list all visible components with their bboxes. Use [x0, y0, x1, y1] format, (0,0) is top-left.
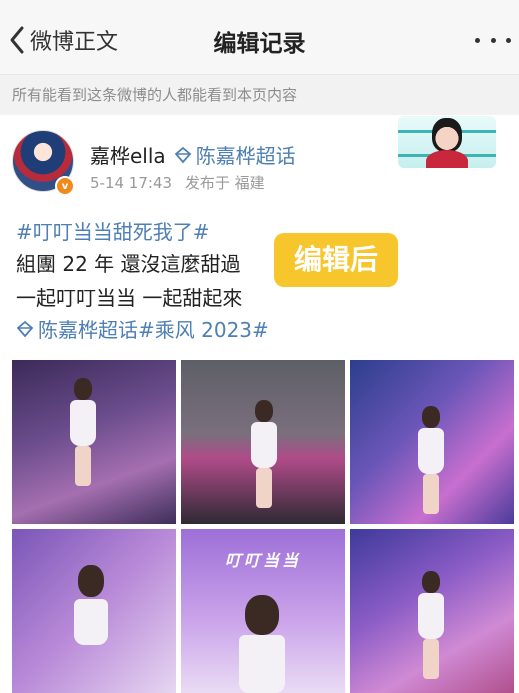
more-dots-icon[interactable]	[475, 30, 511, 50]
photo-3[interactable]	[350, 360, 514, 524]
post-time: 5-14 17:43	[90, 174, 173, 192]
topic-diamond-icon	[174, 146, 191, 163]
top-nav-bar: 微博正文 编辑记录	[0, 0, 519, 75]
edit-after-tag: 编辑后	[274, 233, 398, 287]
post-meta: 5-14 17:43 发布于 福建	[90, 172, 273, 193]
poster-title: 叮叮当当	[225, 551, 302, 570]
hashtag-text[interactable]: #叮叮当当甜死我了#	[16, 216, 210, 245]
photo-2[interactable]	[181, 360, 345, 524]
photo-4[interactable]	[12, 529, 176, 693]
photo-6[interactable]	[350, 529, 514, 693]
page-title: 编辑记录	[213, 31, 306, 57]
post-text-line-3: 一起叮叮当当 一起甜起來	[16, 286, 243, 310]
photo-5-poster[interactable]: 叮叮当当	[181, 529, 345, 693]
topic-tag-text: 陈嘉桦超话#乘风 2023#	[38, 318, 269, 342]
verified-badge-icon: v	[55, 176, 75, 196]
post-location: 发布于 福建	[184, 174, 265, 192]
visibility-notice: 所有能看到这条微博的人都能看到本页内容	[0, 75, 519, 115]
topic-diamond-icon	[16, 320, 34, 337]
weibo-post: v 嘉桦ella 陈嘉桦超话 5-14 17:43 发布于 福建 #叮叮当当甜死…	[0, 116, 519, 693]
username[interactable]: 嘉桦ella	[90, 140, 166, 169]
fan-card-banner[interactable]	[398, 116, 496, 168]
photo-1[interactable]	[12, 360, 176, 524]
topic-link[interactable]: 陈嘉桦超话	[174, 140, 296, 169]
post-text-line-2: 組團 22 年 還沒這麼甜過	[16, 252, 241, 276]
topic-tag-link[interactable]: 陈嘉桦超话#乘风 2023#	[16, 314, 269, 343]
topic-name: 陈嘉桦超话	[195, 144, 296, 168]
